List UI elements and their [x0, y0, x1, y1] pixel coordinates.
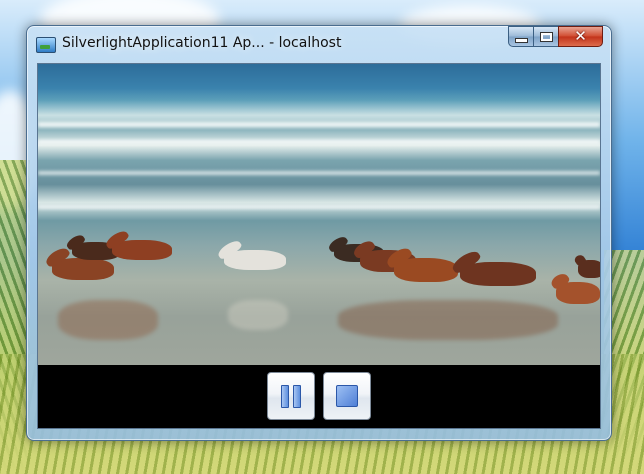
- horse: [52, 258, 114, 280]
- horse: [224, 250, 286, 270]
- horse-reflection: [338, 300, 558, 340]
- horse: [460, 262, 536, 286]
- wave: [38, 171, 600, 175]
- pause-button[interactable]: [267, 372, 315, 420]
- wave: [38, 122, 600, 127]
- horse: [394, 258, 458, 282]
- stop-button[interactable]: [323, 372, 371, 420]
- wave: [38, 140, 600, 144]
- window-title: SilverlightApplication11 Ap... - localho…: [62, 35, 342, 51]
- maximize-button[interactable]: [533, 26, 558, 47]
- app-window[interactable]: SilverlightApplication11 Ap... - localho…: [26, 25, 612, 441]
- horse-reflection: [228, 300, 288, 330]
- stop-icon: [336, 385, 358, 407]
- minimize-button[interactable]: [508, 26, 533, 47]
- silverlight-content-area: [37, 63, 601, 429]
- close-icon: ✕: [574, 27, 587, 45]
- video-player[interactable]: [38, 64, 600, 365]
- horse-reflection: [58, 300, 158, 340]
- wave: [38, 205, 600, 209]
- title-bar[interactable]: SilverlightApplication11 Ap... - localho…: [27, 26, 611, 62]
- silverlight-app-icon[interactable]: [36, 37, 56, 53]
- media-controls: [38, 365, 600, 428]
- close-button[interactable]: ✕: [558, 26, 603, 47]
- caption-buttons: ✕: [508, 26, 603, 48]
- maximize-icon: [539, 31, 553, 42]
- horse: [112, 240, 172, 260]
- horse: [556, 282, 600, 304]
- pause-icon: [281, 384, 301, 408]
- horse: [578, 260, 600, 278]
- minimize-icon: [514, 38, 528, 43]
